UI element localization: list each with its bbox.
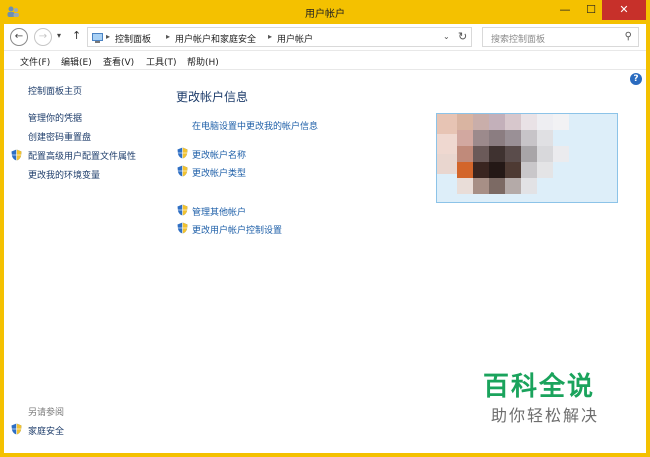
- uac-shield-icon: [177, 147, 188, 159]
- navigation-bar: ← → ▾ ↑ ▸ 控制面板 ▸ 用户帐户和家庭安全 ▸ 用户帐户 ⌄ ↻ 搜索…: [4, 24, 646, 50]
- sidebar-item-environment-variables[interactable]: 更改我的环境变量: [28, 168, 100, 181]
- watermark-slogan: 助你轻松解决: [491, 406, 600, 425]
- breadcrumb-user-accounts[interactable]: 用户帐户: [277, 32, 313, 45]
- menu-tools[interactable]: 工具(T): [146, 55, 177, 68]
- sidebar-item-control-panel-home[interactable]: 控制面板主页: [28, 84, 82, 97]
- family-safety-icon: [11, 423, 22, 435]
- forward-button[interactable]: →: [34, 28, 52, 46]
- uac-shield-icon: [177, 165, 188, 177]
- uac-shield-icon: [11, 149, 22, 161]
- page-title: 更改帐户信息: [176, 90, 249, 104]
- search-icon[interactable]: ⚲: [625, 31, 632, 42]
- breadcrumb-control-panel[interactable]: 控制面板: [115, 32, 151, 45]
- maximize-button[interactable]: ☐: [578, 0, 604, 20]
- watermark-brand: 百科全说: [483, 372, 596, 402]
- account-picture[interactable]: [436, 113, 618, 203]
- search-input[interactable]: 搜索控制面板 ⚲: [482, 27, 639, 47]
- search-placeholder: 搜索控制面板: [491, 35, 546, 45]
- back-button[interactable]: ←: [10, 28, 28, 46]
- change-account-type-link[interactable]: 更改帐户类型: [192, 166, 246, 179]
- manage-other-accounts-link[interactable]: 管理其他帐户: [192, 205, 246, 218]
- breadcrumb-separator: ▸: [106, 32, 111, 41]
- title-bar[interactable]: 用户帐户 — ☐ ✕: [0, 0, 650, 24]
- menu-view[interactable]: 查看(V): [103, 55, 134, 68]
- menu-file[interactable]: 文件(F): [20, 55, 50, 68]
- breadcrumb-separator: ▸: [166, 32, 171, 41]
- sidebar-item-manage-credentials[interactable]: 管理你的凭据: [28, 111, 82, 124]
- menu-help[interactable]: 帮助(H): [187, 55, 219, 68]
- help-icon[interactable]: ?: [630, 73, 642, 85]
- menu-bar: 文件(F) 编辑(E) 查看(V) 工具(T) 帮助(H): [4, 50, 646, 70]
- sidebar-item-password-reset-disk[interactable]: 创建密码重置盘: [28, 130, 91, 143]
- see-also-heading: 另请参阅: [28, 408, 65, 418]
- menu-edit[interactable]: 编辑(E): [61, 55, 92, 68]
- control-panel-icon: [92, 33, 103, 43]
- change-account-name-link[interactable]: 更改帐户名称: [192, 148, 246, 161]
- sidebar-item-family-safety[interactable]: 家庭安全: [28, 424, 64, 437]
- uac-settings-link[interactable]: 更改用户帐户控制设置: [192, 223, 282, 236]
- recent-locations-dropdown[interactable]: ▾: [57, 31, 61, 40]
- address-bar[interactable]: ▸ 控制面板 ▸ 用户帐户和家庭安全 ▸ 用户帐户 ⌄ ↻: [87, 27, 472, 47]
- breadcrumb-user-accounts-family[interactable]: 用户帐户和家庭安全: [175, 32, 256, 45]
- breadcrumb-separator: ▸: [268, 32, 273, 41]
- watermark: 百科全说 助你轻松解决: [483, 366, 597, 425]
- pc-settings-link[interactable]: 在电脑设置中更改我的帐户信息: [192, 119, 318, 132]
- uac-shield-icon: [177, 222, 188, 234]
- minimize-button[interactable]: —: [552, 0, 578, 20]
- sidebar-item-advanced-profile-properties[interactable]: 配置高级用户配置文件属性: [28, 149, 136, 162]
- close-button[interactable]: ✕: [602, 0, 646, 20]
- refresh-button[interactable]: ↻: [458, 30, 467, 43]
- address-history-dropdown[interactable]: ⌄: [443, 32, 450, 41]
- up-button[interactable]: ↑: [72, 29, 81, 42]
- uac-shield-icon: [177, 204, 188, 216]
